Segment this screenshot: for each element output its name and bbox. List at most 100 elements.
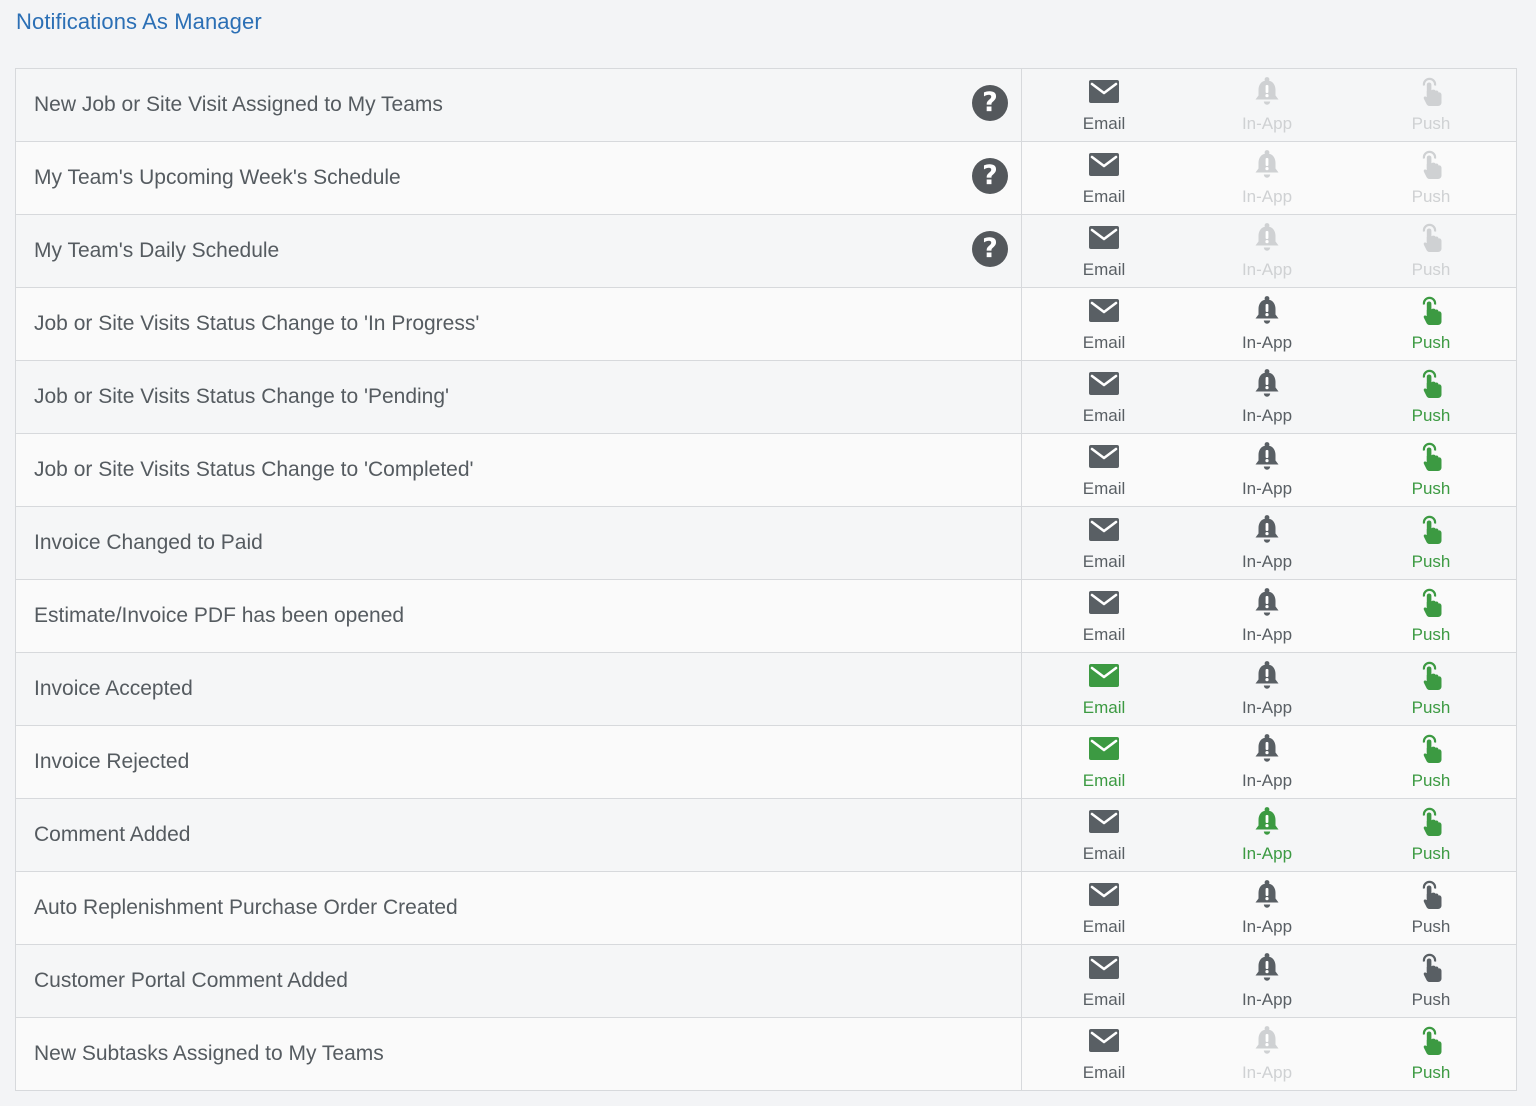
inapp-toggle[interactable]: In-App	[1217, 586, 1317, 648]
email-label: Email	[1082, 333, 1126, 352]
notification-label: Invoice Rejected	[34, 750, 190, 773]
email-toggle[interactable]: Email	[1054, 294, 1154, 356]
email-toggle[interactable]: Email	[1054, 878, 1154, 940]
notification-label: Customer Portal Comment Added	[34, 969, 348, 992]
envelope-icon	[1054, 732, 1154, 764]
push-toggle[interactable]: Push	[1381, 951, 1481, 1013]
email-toggle[interactable]: Email	[1054, 513, 1154, 575]
page-title: Notifications As Manager	[16, 9, 262, 34]
push-toggle[interactable]: Push	[1381, 367, 1481, 429]
bell-icon	[1217, 659, 1317, 691]
email-toggle[interactable]: Email	[1054, 221, 1154, 283]
inapp-toggle[interactable]: In-App	[1217, 513, 1317, 575]
push-toggle[interactable]: Push	[1381, 586, 1481, 648]
email-toggle[interactable]: Email	[1054, 951, 1154, 1013]
email-toggle[interactable]: Email	[1054, 732, 1154, 794]
bell-icon	[1217, 951, 1317, 983]
notification-label-cell: Job or Site Visits Status Change to 'Com…	[16, 434, 1022, 506]
notification-label-cell: Job or Site Visits Status Change to 'Pen…	[16, 361, 1022, 433]
table-row: Invoice Accepted Email In-App Push	[16, 653, 1516, 726]
push-label: Push	[1411, 698, 1451, 717]
table-row: Job or Site Visits Status Change to 'In …	[16, 288, 1516, 361]
email-label: Email	[1082, 187, 1126, 206]
push-toggle[interactable]: Push	[1381, 805, 1481, 867]
inapp-toggle[interactable]: In-App	[1217, 951, 1317, 1013]
push-toggle: Push	[1381, 221, 1481, 283]
inapp-toggle[interactable]: In-App	[1217, 367, 1317, 429]
envelope-icon	[1054, 586, 1154, 618]
email-toggle[interactable]: Email	[1054, 367, 1154, 429]
envelope-icon	[1054, 148, 1154, 180]
notification-label-cell: Invoice Accepted	[16, 653, 1022, 725]
table-row: New Subtasks Assigned to My Teams Email In…	[16, 1018, 1516, 1090]
inapp-toggle[interactable]: In-App	[1217, 659, 1317, 721]
notification-label-cell: Comment Added	[16, 799, 1022, 871]
push-toggle[interactable]: Push	[1381, 294, 1481, 356]
push-toggle[interactable]: Push	[1381, 659, 1481, 721]
envelope-icon	[1054, 440, 1154, 472]
notification-label-cell: New Job or Site Visit Assigned to My Tea…	[16, 69, 1022, 141]
envelope-icon	[1054, 513, 1154, 545]
inapp-label: In-App	[1241, 406, 1293, 425]
question-circle-icon[interactable]	[972, 158, 1008, 194]
email-toggle[interactable]: Email	[1054, 148, 1154, 210]
channel-toggles: Email In-App Push	[1022, 580, 1516, 652]
push-label: Push	[1411, 990, 1451, 1009]
inapp-label: In-App	[1241, 844, 1293, 863]
channel-toggles: Email In-App Push	[1022, 361, 1516, 433]
push-label: Push	[1411, 260, 1451, 279]
question-circle-icon[interactable]	[972, 231, 1008, 267]
question-circle-icon[interactable]	[972, 85, 1008, 121]
notification-label-cell: My Team's Upcoming Week's Schedule	[16, 142, 1022, 214]
table-row: Auto Replenishment Purchase Order Create…	[16, 872, 1516, 945]
bell-icon	[1217, 732, 1317, 764]
table-row: Job or Site Visits Status Change to 'Com…	[16, 434, 1516, 507]
notification-label: New Job or Site Visit Assigned to My Tea…	[34, 93, 443, 116]
push-toggle[interactable]: Push	[1381, 732, 1481, 794]
channel-toggles: Email In-App Push	[1022, 1018, 1516, 1090]
hand-tap-icon	[1381, 367, 1481, 399]
push-toggle[interactable]: Push	[1381, 1024, 1481, 1086]
push-label: Push	[1411, 406, 1451, 425]
table-row: My Team's Daily Schedule Email In-App Push	[16, 215, 1516, 288]
envelope-icon	[1054, 951, 1154, 983]
inapp-label: In-App	[1241, 114, 1293, 133]
table-row: Job or Site Visits Status Change to 'Pen…	[16, 361, 1516, 434]
inapp-label: In-App	[1241, 1063, 1293, 1082]
push-toggle[interactable]: Push	[1381, 878, 1481, 940]
email-label: Email	[1082, 552, 1126, 571]
channel-toggles: Email In-App Push	[1022, 434, 1516, 506]
channel-toggles: Email In-App Push	[1022, 215, 1516, 287]
inapp-toggle[interactable]: In-App	[1217, 805, 1317, 867]
push-label: Push	[1411, 625, 1451, 644]
bell-icon	[1217, 440, 1317, 472]
bell-icon	[1217, 805, 1317, 837]
inapp-label: In-App	[1241, 771, 1293, 790]
inapp-toggle[interactable]: In-App	[1217, 732, 1317, 794]
hand-tap-icon	[1381, 805, 1481, 837]
push-toggle[interactable]: Push	[1381, 440, 1481, 502]
inapp-toggle[interactable]: In-App	[1217, 440, 1317, 502]
notification-label: New Subtasks Assigned to My Teams	[34, 1042, 384, 1065]
inapp-toggle[interactable]: In-App	[1217, 878, 1317, 940]
email-toggle[interactable]: Email	[1054, 1024, 1154, 1086]
email-toggle[interactable]: Email	[1054, 805, 1154, 867]
inapp-label: In-App	[1241, 260, 1293, 279]
notification-label: Auto Replenishment Purchase Order Create…	[34, 896, 458, 919]
email-toggle[interactable]: Email	[1054, 75, 1154, 137]
email-label: Email	[1082, 698, 1126, 717]
bell-icon	[1217, 148, 1317, 180]
inapp-toggle[interactable]: In-App	[1217, 294, 1317, 356]
email-toggle[interactable]: Email	[1054, 440, 1154, 502]
email-toggle[interactable]: Email	[1054, 586, 1154, 648]
inapp-label: In-App	[1241, 187, 1293, 206]
push-toggle[interactable]: Push	[1381, 513, 1481, 575]
envelope-icon	[1054, 659, 1154, 691]
email-toggle[interactable]: Email	[1054, 659, 1154, 721]
email-label: Email	[1082, 771, 1126, 790]
hand-tap-icon	[1381, 951, 1481, 983]
push-label: Push	[1411, 1063, 1451, 1082]
channel-toggles: Email In-App Push	[1022, 872, 1516, 944]
notification-label-cell: New Subtasks Assigned to My Teams	[16, 1018, 1022, 1090]
inapp-label: In-App	[1241, 625, 1293, 644]
